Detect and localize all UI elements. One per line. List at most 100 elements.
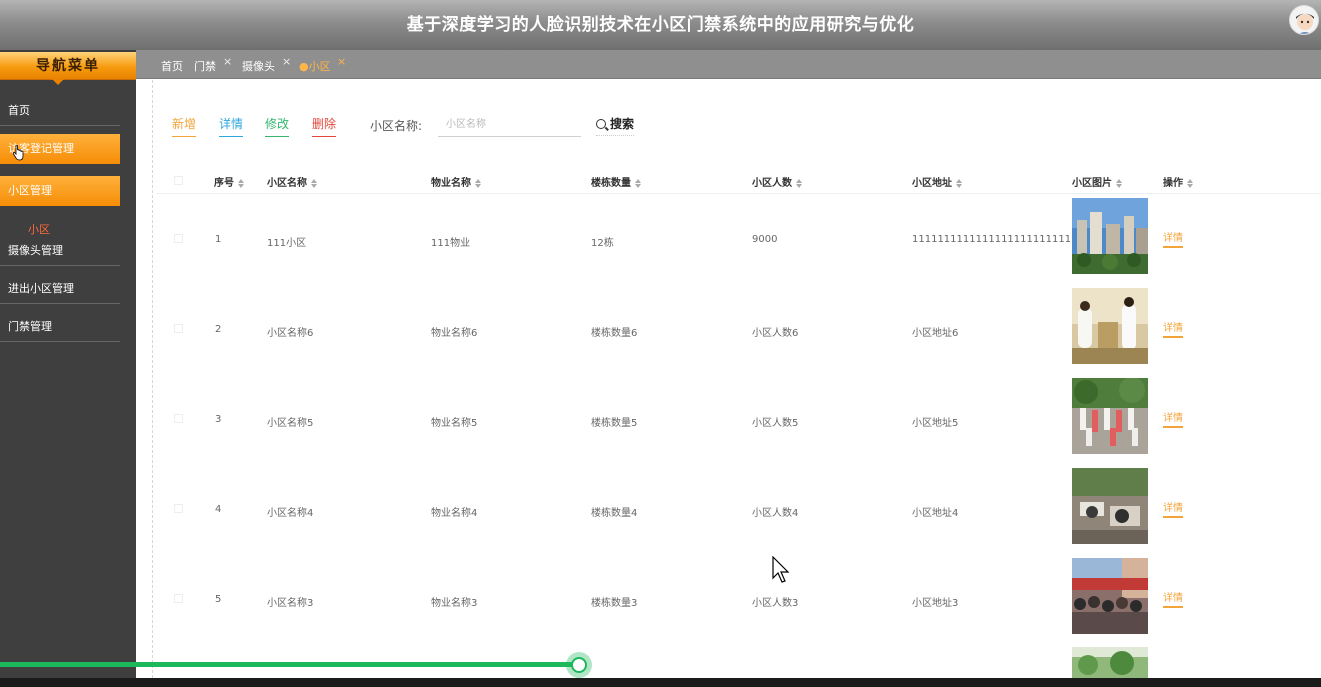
column-header[interactable]: 物业名称 <box>431 174 481 189</box>
cell-buildings: 楼栋数量3 <box>591 598 638 609</box>
column-header-label: 小区图片 <box>1072 178 1112 189</box>
cell-property: 物业名称4 <box>431 508 478 519</box>
cell-address: 小区地址4 <box>912 508 959 519</box>
video-progress-bar[interactable] <box>0 662 578 667</box>
row-detail-link[interactable]: 详情 <box>1163 409 1183 428</box>
column-header-label: 小区地址 <box>912 178 952 189</box>
community-image[interactable] <box>1072 288 1148 364</box>
row-detail-link[interactable]: 详情 <box>1163 319 1183 338</box>
table-header: 序号 小区名称 物业名称 楼栋数量 小区人数 小区地址 小区图片 操作 <box>156 166 1321 194</box>
community-image[interactable] <box>1072 647 1148 678</box>
user-avatar[interactable] <box>1289 5 1319 35</box>
cell-index: 3 <box>215 414 222 425</box>
sort-icon <box>956 178 962 188</box>
column-header-label: 楼栋数量 <box>591 178 631 189</box>
sidebar-subitem-community[interactable]: 小区 <box>28 221 50 237</box>
table-row[interactable]: 2 小区名称6 物业名称6 楼栋数量6 小区人数6 小区地址6 详情 <box>156 287 1321 377</box>
cell-name: 111小区 <box>267 238 307 249</box>
row-checkbox[interactable] <box>174 594 183 603</box>
row-detail-link[interactable]: 详情 <box>1163 589 1183 608</box>
delete-button[interactable]: 删除 <box>312 115 337 137</box>
sidebar-item-entry-exit[interactable]: 进出小区管理 <box>0 274 120 304</box>
table-row[interactable]: 3 小区名称5 物业名称5 楼栋数量5 小区人数5 小区地址5 详情 <box>156 377 1321 467</box>
column-header-label: 物业名称 <box>431 178 471 189</box>
sort-icon <box>475 178 481 188</box>
row-detail-link[interactable]: 详情 <box>1163 229 1183 248</box>
search-label: 小区名称: <box>370 119 423 133</box>
tab-camera-close-icon[interactable]: × <box>282 55 291 68</box>
community-image[interactable] <box>1072 558 1148 634</box>
cell-name: 小区名称6 <box>267 328 314 339</box>
column-header[interactable]: 序号 <box>214 174 244 189</box>
mouse-pointer-icon <box>772 556 790 583</box>
tab-bar: 首页 门禁 × 摄像头 × ●小区 × <box>136 50 1321 79</box>
tab-access-close-icon[interactable]: × <box>223 55 232 68</box>
column-header-label: 小区名称 <box>267 178 307 189</box>
main-content: 新增 详情 修改 删除 小区名称: 搜索 序号 小区名称 物业名称 楼栋数量 小… <box>136 80 1321 678</box>
sort-icon <box>1116 178 1122 188</box>
sidebar: 导航菜单 首页 访客登记管理 小区管理 小区 摄像头管理 进出小区管理 门禁管理 <box>0 50 136 678</box>
row-checkbox[interactable] <box>174 504 183 513</box>
cell-buildings: 楼栋数量5 <box>591 418 638 429</box>
edit-button[interactable]: 修改 <box>265 115 290 137</box>
cell-address: 小区地址6 <box>912 328 959 339</box>
sidebar-item-community[interactable]: 小区管理 <box>0 176 120 206</box>
row-checkbox[interactable] <box>174 234 183 243</box>
community-image[interactable] <box>1072 198 1148 274</box>
cell-address: 小区地址3 <box>912 598 959 609</box>
tab-home[interactable]: 首页 <box>161 58 183 74</box>
hand-cursor-icon <box>12 145 24 161</box>
bottom-bar <box>0 678 1321 687</box>
tab-camera[interactable]: 摄像头 <box>242 58 275 74</box>
sidebar-item-home[interactable]: 首页 <box>0 96 120 126</box>
tab-access[interactable]: 门禁 <box>194 58 216 74</box>
cell-population: 9000 <box>752 234 778 245</box>
cell-index: 1 <box>215 234 222 245</box>
table-row[interactable]: 5 小区名称3 物业名称3 楼栋数量3 小区人数3 小区地址3 详情 <box>156 557 1321 647</box>
column-header-label: 操作 <box>1163 178 1183 189</box>
tab-community-close-icon[interactable]: × <box>337 55 346 68</box>
table-row[interactable]: 4 小区名称4 物业名称4 楼栋数量4 小区人数4 小区地址4 详情 <box>156 467 1321 557</box>
sidebar-item-label: 小区管理 <box>8 184 52 197</box>
sort-icon <box>238 178 244 188</box>
community-image[interactable] <box>1072 468 1148 544</box>
search-input[interactable] <box>438 113 581 137</box>
video-progress-handle[interactable] <box>566 652 592 678</box>
search-button-label: 搜索 <box>610 117 635 131</box>
add-button[interactable]: 新增 <box>172 115 197 137</box>
sidebar-item-label: 门禁管理 <box>8 320 52 333</box>
divider <box>152 80 153 678</box>
column-header[interactable]: 楼栋数量 <box>591 174 641 189</box>
column-header[interactable]: 小区人数 <box>752 174 802 189</box>
cell-index: 4 <box>215 504 222 515</box>
sidebar-item-label: 首页 <box>8 104 30 117</box>
column-header[interactable]: 小区名称 <box>267 174 317 189</box>
community-image[interactable] <box>1072 378 1148 454</box>
app: 基于深度学习的人脸识别技术在小区门禁系统中的应用研究与优化 导航菜单 首页 访客… <box>0 0 1321 687</box>
column-header[interactable]: 小区地址 <box>912 174 962 189</box>
cell-address: 11111111111111111111111111111 <box>912 234 1097 245</box>
detail-button[interactable]: 详情 <box>219 115 244 137</box>
sidebar-item-camera[interactable]: 摄像头管理 <box>0 236 120 266</box>
cell-property: 111物业 <box>431 238 471 249</box>
cell-buildings: 12栋 <box>591 238 614 249</box>
cell-property: 物业名称5 <box>431 418 478 429</box>
sidebar-item-label: 进出小区管理 <box>8 282 74 295</box>
app-header: 基于深度学习的人脸识别技术在小区门禁系统中的应用研究与优化 <box>0 0 1321 50</box>
column-header[interactable]: 操作 <box>1163 174 1193 189</box>
tab-community[interactable]: ●小区 <box>299 58 331 74</box>
select-all-checkbox[interactable] <box>174 176 183 185</box>
search-button[interactable]: 搜索 <box>596 115 635 136</box>
sort-icon <box>635 178 641 188</box>
sort-icon <box>796 178 802 188</box>
table-row[interactable]: 1 111小区 111物业 12栋 9000 11111111111111111… <box>156 197 1321 287</box>
column-header-label: 序号 <box>214 178 234 189</box>
cell-population: 小区人数6 <box>752 328 799 339</box>
column-header[interactable]: 小区图片 <box>1072 174 1122 189</box>
row-checkbox[interactable] <box>174 324 183 333</box>
row-detail-link[interactable]: 详情 <box>1163 499 1183 518</box>
sidebar-item-access-control[interactable]: 门禁管理 <box>0 312 120 342</box>
cell-buildings: 楼栋数量6 <box>591 328 638 339</box>
row-checkbox[interactable] <box>174 414 183 423</box>
sidebar-item-label: 小区 <box>28 223 50 236</box>
